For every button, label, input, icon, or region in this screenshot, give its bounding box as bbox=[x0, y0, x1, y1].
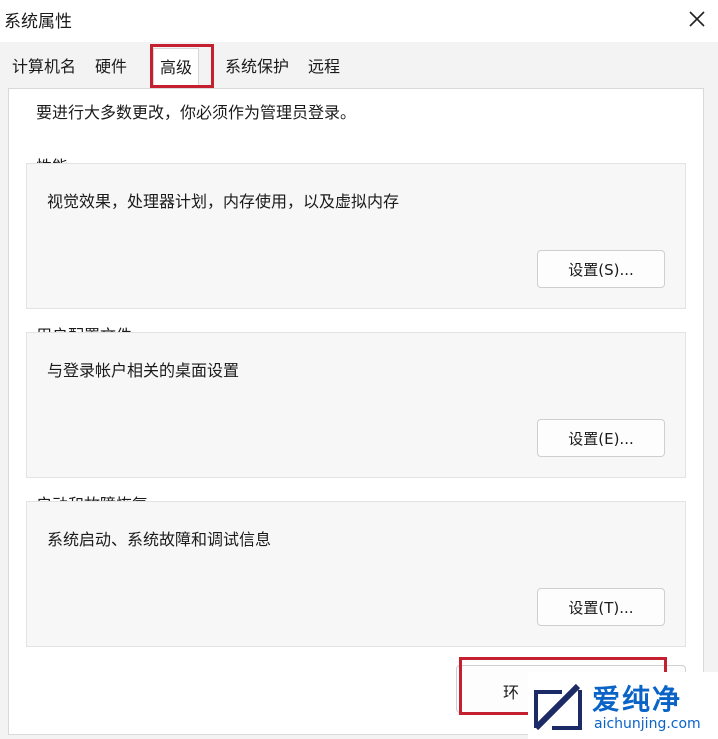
startup-recovery-settings-button[interactable]: 设置(T)... bbox=[537, 588, 665, 626]
button-label: 设置(S)... bbox=[568, 260, 634, 279]
title-bar: 系统属性 bbox=[0, 0, 718, 42]
performance-settings-button[interactable]: 设置(S)... bbox=[537, 250, 665, 288]
user-profiles-settings-button[interactable]: 设置(E)... bbox=[537, 419, 665, 457]
watermark: 爱纯净 aichunjing.com bbox=[528, 672, 718, 739]
watermark-url: aichunjing.com bbox=[594, 716, 701, 732]
tab-label: 远程 bbox=[308, 57, 341, 76]
tab-strip: 计算机名 硬件 高级 系统保护 远程 bbox=[0, 42, 718, 88]
user-profiles-group: 与登录帐户相关的桌面设置 设置(E)... bbox=[26, 332, 686, 478]
close-button[interactable] bbox=[682, 4, 712, 34]
system-properties-window: 系统属性 计算机名 硬件 高级 系统保护 远程 要进行大多数更改，你必须作为管理… bbox=[0, 0, 718, 739]
tab-label: 硬件 bbox=[95, 57, 128, 76]
performance-group: 视觉效果，处理器计划，内存使用，以及虚拟内存 设置(S)... bbox=[26, 163, 686, 309]
tab-hardware[interactable]: 硬件 bbox=[95, 52, 127, 82]
advanced-tab-panel: 要进行大多数更改，你必须作为管理员登录。 性能 视觉效果，处理器计划，内存使用，… bbox=[8, 88, 704, 735]
button-label: 设置(E)... bbox=[568, 429, 634, 448]
close-icon bbox=[689, 11, 705, 27]
tab-label: 计算机名 bbox=[12, 57, 77, 76]
tab-label: 系统保护 bbox=[225, 57, 290, 76]
performance-description: 视觉效果，处理器计划，内存使用，以及虚拟内存 bbox=[47, 192, 400, 211]
tab-system-protection[interactable]: 系统保护 bbox=[225, 52, 289, 82]
watermark-brand: 爱纯净 bbox=[592, 683, 683, 716]
user-profiles-description: 与登录帐户相关的桌面设置 bbox=[47, 361, 240, 380]
button-label: 环 bbox=[503, 683, 520, 702]
watermark-logo-icon bbox=[533, 683, 582, 731]
tab-label: 高级 bbox=[160, 58, 193, 77]
admin-notice: 要进行大多数更改，你必须作为管理员登录。 bbox=[36, 103, 357, 122]
tab-computer-name[interactable]: 计算机名 bbox=[12, 52, 76, 82]
tab-advanced[interactable]: 高级 bbox=[153, 48, 200, 87]
startup-recovery-description: 系统启动、系统故障和调试信息 bbox=[47, 530, 272, 549]
tab-remote[interactable]: 远程 bbox=[308, 52, 340, 82]
startup-recovery-group: 系统启动、系统故障和调试信息 设置(T)... bbox=[26, 501, 686, 647]
window-title: 系统属性 bbox=[4, 12, 72, 32]
button-label: 设置(T)... bbox=[568, 598, 634, 617]
